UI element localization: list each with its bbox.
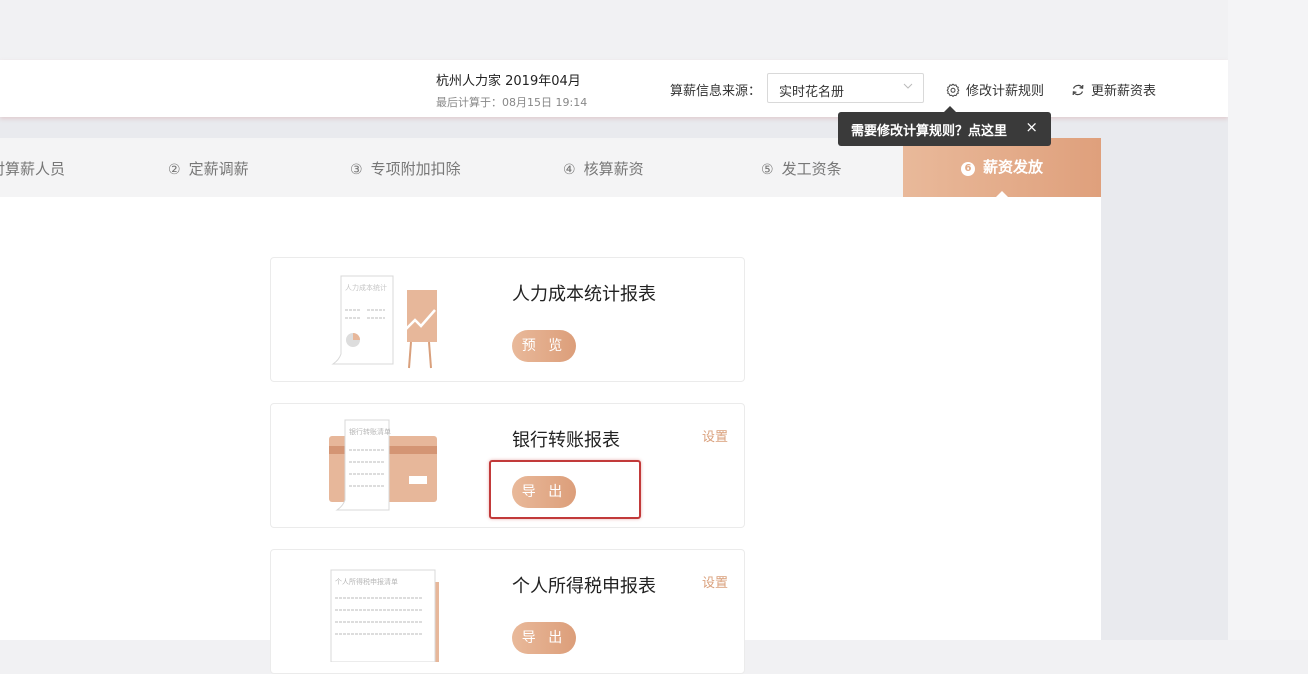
- bank-report-setting-link[interactable]: 设置: [702, 426, 728, 445]
- step-4[interactable]: ④ 核算薪资: [563, 158, 644, 179]
- step-5-label: 发工资条: [781, 160, 842, 178]
- gear-icon: [946, 83, 960, 97]
- company-period: 杭州人力家 2019年04月: [436, 74, 581, 89]
- window-top-strip: [0, 0, 1228, 60]
- cost-report-title: 人力成本统计报表: [512, 284, 656, 305]
- step-6-active[interactable]: 6 薪资发放: [903, 138, 1101, 198]
- step-4-number: ④: [563, 162, 576, 178]
- step-2-label: 定薪调薪: [188, 160, 249, 178]
- step-2-number: ②: [168, 162, 181, 178]
- export-tax-button[interactable]: 导 出: [512, 622, 576, 654]
- step-bar: 对算薪人员 ② 定薪调薪 ③ 专项附加扣除 ④ 核算薪资 ⑤ 发工资条 6 薪资发放: [0, 138, 1101, 198]
- cost-report-illustration: 人力成本统计: [331, 275, 437, 369]
- step-3-number: ③: [350, 162, 363, 178]
- step-3-label: 专项附加扣除: [370, 160, 461, 178]
- app-window: 杭州人力家 2019年04月 最后计算于：08月15日 19:14 算薪信息来源…: [0, 0, 1228, 674]
- step-1-label: 对算薪人员: [0, 160, 66, 178]
- report-card-cost: 人力成本统计 人力成本统计报表 预 览: [270, 257, 745, 382]
- step-6-label: 薪资发放: [982, 158, 1043, 176]
- bank-doc-label: 银行转账清单: [349, 427, 391, 436]
- step-1[interactable]: 对算薪人员: [0, 158, 65, 179]
- step-2[interactable]: ② 定薪调薪: [168, 158, 249, 179]
- bank-report-illustration: 银行转账清单: [329, 419, 437, 511]
- modify-rules-label: 修改计薪规则: [966, 84, 1045, 99]
- tooltip-text: 需要修改计算规则？点这里: [851, 124, 1008, 139]
- tax-doc-label: 个人所得税申报清单: [335, 577, 398, 586]
- header-bar: 杭州人力家 2019年04月 最后计算于：08月15日 19:14 算薪信息来源…: [0, 60, 1228, 117]
- tax-report-setting-link[interactable]: 设置: [702, 572, 728, 591]
- report-card-tax: 个人所得税申报清单 个人所得税申报表 设置 导 出: [270, 549, 745, 674]
- step-6-number: 6: [960, 162, 975, 176]
- right-gutter: [1228, 0, 1308, 640]
- refresh-icon: [1072, 84, 1084, 95]
- step-3[interactable]: ③ 专项附加扣除: [350, 158, 461, 179]
- refresh-table-button[interactable]: 更新薪资表: [1071, 80, 1156, 99]
- preview-button[interactable]: 预 览: [512, 330, 576, 362]
- source-label: 算薪信息来源：: [670, 84, 762, 99]
- last-calc-time: 最后计算于：08月15日 19:14: [436, 96, 588, 109]
- cost-doc-label: 人力成本统计: [345, 283, 387, 292]
- chevron-down-icon: [903, 83, 913, 89]
- source-select[interactable]: 实时花名册: [767, 73, 924, 103]
- refresh-table-label: 更新薪资表: [1091, 84, 1157, 99]
- source-select-value: 实时花名册: [779, 85, 845, 100]
- step-5-number: ⑤: [761, 162, 774, 178]
- close-icon[interactable]: ×: [1025, 120, 1038, 135]
- bank-report-title: 银行转账报表: [512, 430, 620, 451]
- tax-report-title: 个人所得税申报表: [512, 576, 656, 597]
- modify-rules-button[interactable]: 修改计薪规则: [946, 80, 1044, 99]
- step-5[interactable]: ⑤ 发工资条: [761, 158, 842, 179]
- step-4-label: 核算薪资: [583, 160, 644, 178]
- modify-rules-tooltip: 需要修改计算规则？点这里 ×: [838, 106, 1051, 146]
- tax-report-illustration: 个人所得税申报清单: [330, 569, 439, 662]
- highlight-box: [489, 460, 641, 519]
